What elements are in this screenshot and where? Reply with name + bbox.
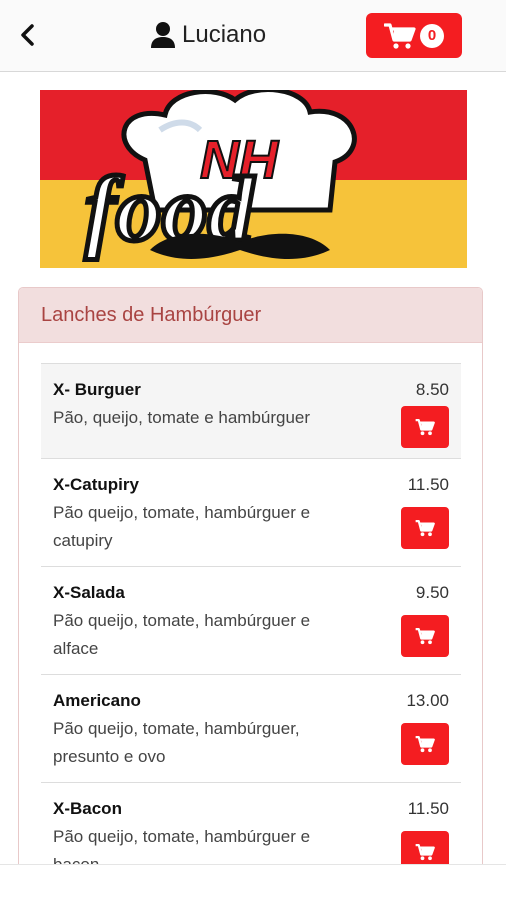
- cart-count-badge: 0: [420, 23, 444, 48]
- list-item[interactable]: X- Burguer Pão, queijo, tomate e hambúrg…: [41, 363, 461, 459]
- add-to-cart-button[interactable]: [401, 507, 449, 549]
- item-price: 11.50: [407, 799, 449, 818]
- item-price: 13.00: [406, 691, 449, 710]
- item-price: 8.50: [415, 380, 449, 399]
- nh-food-logo: NH food: [40, 87, 467, 268]
- bottom-bar: [0, 864, 506, 900]
- cart-icon: [384, 22, 416, 49]
- nh-food-banner: NH food: [40, 87, 467, 268]
- item-price: 9.50: [415, 583, 449, 602]
- cart-icon: [415, 844, 435, 861]
- item-description: Pão queijo, tomate, hambúrguer, presunto…: [53, 719, 300, 766]
- add-to-cart-button[interactable]: [401, 406, 449, 448]
- person-icon: [151, 22, 175, 48]
- panel-heading: Lanches de Hambúrguer: [19, 288, 482, 343]
- item-name: X-Catupiry: [53, 475, 139, 494]
- user-name: Luciano: [182, 21, 267, 48]
- back-button[interactable]: [14, 20, 42, 50]
- item-name: X-Salada: [53, 583, 125, 602]
- add-to-cart-button[interactable]: [401, 615, 449, 657]
- item-name: Americano: [53, 691, 141, 710]
- user-info: Luciano: [150, 18, 266, 52]
- menu-category-panel: Lanches de Hambúrguer X- Burguer Pão, qu…: [18, 287, 483, 887]
- cart-icon: [415, 736, 435, 753]
- chevron-left-icon: [21, 24, 34, 46]
- cart-icon: [415, 419, 435, 436]
- product-list: X- Burguer Pão, queijo, tomate e hambúrg…: [41, 363, 461, 886]
- item-name: X- Burguer: [53, 380, 141, 399]
- category-title: Lanches de Hambúrguer: [41, 303, 262, 326]
- item-price: 11.50: [407, 475, 449, 494]
- top-bar: Luciano 0: [0, 0, 506, 72]
- cart-button[interactable]: 0: [366, 13, 462, 58]
- item-description: Pão queijo, tomate, hambúrguer e alface: [53, 611, 311, 658]
- list-item[interactable]: X-Salada Pão queijo, tomate, hambúrguer …: [41, 567, 461, 675]
- list-item[interactable]: X-Catupiry Pão queijo, tomate, hambúrgue…: [41, 459, 461, 567]
- item-description: Pão queijo, tomate, hambúrguer e catupir…: [53, 503, 311, 550]
- cart-icon: [415, 628, 435, 645]
- item-description: Pão, queijo, tomate e hambúrguer: [53, 408, 311, 427]
- cart-icon: [415, 520, 435, 537]
- list-item[interactable]: Americano Pão queijo, tomate, hambúrguer…: [41, 675, 461, 783]
- add-to-cart-button[interactable]: [401, 723, 449, 765]
- item-name: X-Bacon: [53, 799, 122, 818]
